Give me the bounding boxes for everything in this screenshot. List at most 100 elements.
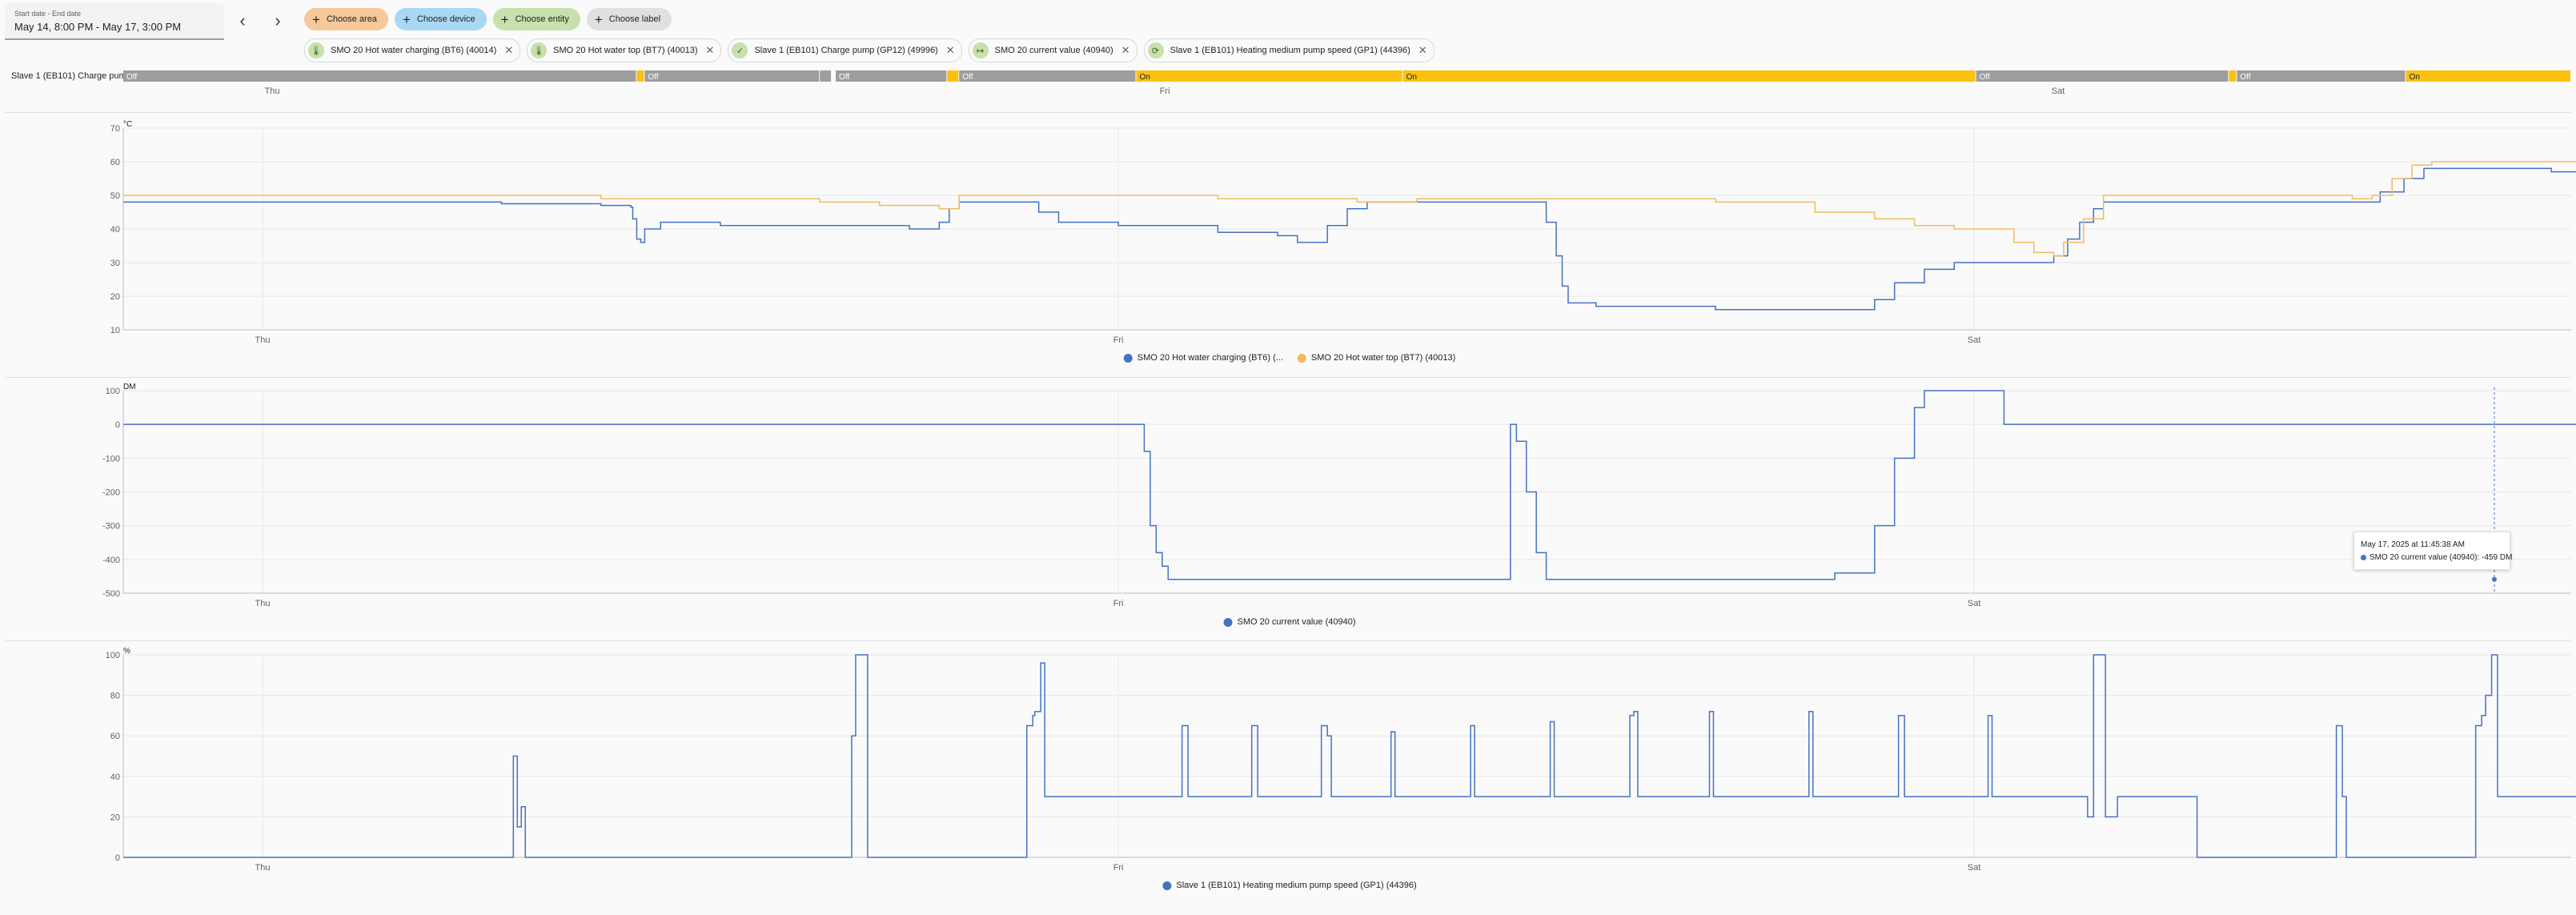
x-tick-label: Fri	[1113, 599, 1124, 608]
temperature-chart-legend: SMO 20 Hot water charging (BT6) (... SMO…	[1123, 353, 1456, 363]
timeline-segment: On	[1136, 70, 1402, 82]
thermometer-icon: 🌡	[308, 42, 324, 58]
y-tick-label: -500	[102, 589, 120, 599]
legend-item-pump-speed[interactable]: Slave 1 (EB101) Heating medium pump spee…	[1162, 881, 1417, 890]
legend-dot	[1223, 617, 1233, 627]
x-tick-label: Sat	[1968, 863, 1981, 873]
choose-entity-button[interactable]: + Choose entity	[492, 8, 580, 30]
choose-area-button[interactable]: + Choose area	[304, 8, 388, 30]
entity-chip-label: SMO 20 Hot water top (BT7) (40013)	[553, 46, 698, 55]
legend-item-hot-water-charging[interactable]: SMO 20 Hot water charging (BT6) (...	[1123, 353, 1283, 363]
y-tick-label: 20	[110, 292, 120, 302]
y-tick-label: -100	[102, 454, 120, 464]
choose-device-button[interactable]: + Choose device	[394, 8, 487, 30]
timeline-day-label: Thu	[264, 86, 280, 96]
y-tick-label: 50	[110, 191, 120, 201]
timeline-segment: Off	[644, 70, 820, 82]
entity-chip-hot-water-top[interactable]: 🌡 SMO 20 Hot water top (BT7) (40013) ✕	[527, 38, 722, 62]
gauge-icon: ↦	[972, 42, 989, 58]
timeline-segment-bar	[644, 70, 820, 82]
series-line	[123, 167, 2576, 311]
entity-chip-label: Slave 1 (EB101) Charge pump (GP12) (4999…	[754, 46, 938, 55]
y-tick-label: -400	[102, 556, 120, 565]
series-line	[123, 654, 2576, 858]
legend-label: SMO 20 Hot water charging (BT6) (...	[1137, 353, 1283, 363]
target-picker-chips: + Choose area + Choose device + Choose enti…	[304, 8, 672, 30]
plus-icon: +	[500, 11, 509, 27]
hover-point	[2492, 576, 2497, 582]
pump-speed-chart[interactable]: % 0 20 40 60 80 100 Thu Fri Sat	[0, 640, 2576, 881]
timeline-segment: Off	[2237, 70, 2405, 82]
close-icon[interactable]: ✕	[1418, 44, 1427, 57]
y-tick-label: 10	[110, 326, 120, 335]
timeline-segment-bar	[2229, 70, 2237, 82]
timeline-segment-bar	[636, 70, 644, 82]
timeline-segment	[820, 70, 832, 82]
entity-chip-heating-pump-speed[interactable]: ⟳ Slave 1 (EB101) Heating medium pump spe…	[1143, 38, 1434, 62]
close-icon[interactable]: ✕	[504, 44, 513, 57]
current-value-chart[interactable]: DM -500 -400 -300 -200 -100 0 100 Thu Fri Sat	[0, 377, 2576, 617]
x-tick-label: Fri	[1113, 863, 1124, 873]
tooltip-time: May 17, 2025 at 11:45:38 AM	[2361, 540, 2465, 549]
selected-entities: 🌡 SMO 20 Hot water charging (BT6) (40014)…	[304, 38, 1434, 62]
timeline-segment-bar	[836, 70, 947, 82]
legend-item-current-value[interactable]: SMO 20 current value (40940)	[1223, 617, 1355, 627]
y-tick-label: 60	[110, 732, 120, 741]
next-period-button[interactable]: ›	[267, 11, 288, 32]
y-axis-unit: °C	[123, 120, 132, 129]
previous-period-button[interactable]: ‹	[232, 11, 253, 32]
timeline-segment-bar	[1976, 70, 2229, 82]
tooltip-value: SMO 20 current value (40940): -459 DM	[2369, 553, 2513, 562]
plus-icon: +	[312, 11, 320, 27]
y-tick-label: -200	[102, 488, 120, 498]
close-icon[interactable]: ✕	[1121, 44, 1130, 57]
timeline-segment-label: Off	[648, 73, 658, 82]
charge-pump-timeline[interactable]: Off Off Off Off On On Off Off On	[0, 69, 2576, 85]
timeline-segment-bar	[820, 70, 832, 82]
choose-label-button[interactable]: + Choose label	[586, 8, 672, 30]
timeline-segment-label: On	[1139, 73, 1150, 82]
y-tick-label: 0	[115, 420, 120, 430]
entity-chip-current-value[interactable]: ↦ SMO 20 current value (40940) ✕	[968, 38, 1138, 62]
series-line	[123, 390, 2576, 580]
close-icon[interactable]: ✕	[946, 44, 955, 57]
entity-chip-label: Slave 1 (EB101) Heating medium pump spee…	[1170, 46, 1410, 55]
timeline-segment: Off	[959, 70, 1136, 82]
x-tick-label: Thu	[255, 599, 271, 608]
y-tick-label: 70	[110, 124, 120, 134]
timeline-segment: Off	[836, 70, 947, 82]
timeline-segment-label: Off	[126, 73, 137, 82]
legend-dot	[1297, 353, 1306, 363]
y-tick-label: 30	[110, 259, 120, 268]
date-range-picker[interactable]: Start date - End date May 14, 8:00 PM - …	[5, 3, 224, 40]
timeline-segment-bar	[2405, 70, 2570, 82]
x-tick-label: Fri	[1113, 335, 1124, 345]
x-tick-label: Sat	[1968, 335, 1981, 345]
timeline-segment: On	[2405, 70, 2570, 82]
timeline-segment: Off	[1976, 70, 2229, 82]
timeline-segment-bar	[123, 70, 636, 82]
timeline-day-label: Sat	[2051, 86, 2065, 96]
close-icon[interactable]: ✕	[706, 44, 715, 57]
chevron-right-icon: ›	[275, 10, 281, 30]
legend-label: SMO 20 Hot water top (BT7) (40013)	[1310, 353, 1456, 363]
timeline-segment-label: Off	[2240, 73, 2250, 82]
entity-chip-hot-water-charging[interactable]: 🌡 SMO 20 Hot water charging (BT6) (40014)…	[304, 38, 521, 62]
x-tick-label: Sat	[1968, 599, 1981, 608]
y-tick-label: 60	[110, 158, 120, 167]
entity-chip-label: SMO 20 Hot water charging (BT6) (40014)	[331, 46, 497, 55]
check-circle-icon: ✓	[732, 42, 748, 58]
y-tick-label: 100	[106, 387, 120, 396]
entity-chip-charge-pump[interactable]: ✓ Slave 1 (EB101) Charge pump (GP12) (499…	[728, 38, 962, 62]
timeline-segment	[947, 70, 959, 82]
y-tick-label: 80	[110, 692, 120, 701]
tooltip-row: SMO 20 current value (40940): -459 DM	[2361, 553, 2512, 562]
current-value-chart-legend: SMO 20 current value (40940)	[1223, 617, 1355, 627]
timeline-segment-label: On	[1406, 73, 1417, 82]
chevron-left-icon: ‹	[239, 10, 246, 30]
series-dot	[2361, 555, 2366, 560]
timeline-segment	[2229, 70, 2237, 82]
legend-item-hot-water-top[interactable]: SMO 20 Hot water top (BT7) (40013)	[1297, 353, 1456, 363]
temperature-chart[interactable]: °C 10 20 30 40 50 60 70 Thu Fri Sat	[0, 112, 2576, 352]
choose-label-label: Choose label	[608, 14, 661, 24]
